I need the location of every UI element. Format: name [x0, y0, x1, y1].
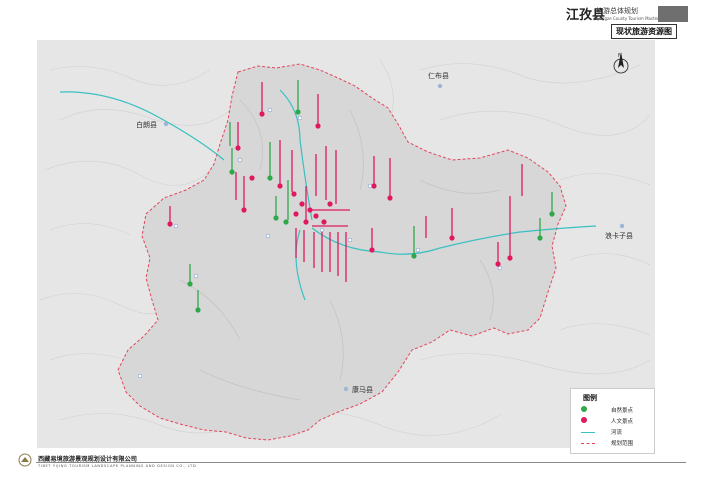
north-arrow-icon: N — [613, 52, 629, 74]
svg-text:N: N — [618, 53, 622, 59]
township-marker — [319, 227, 325, 233]
boundary-line-icon — [581, 443, 595, 444]
cultural-attraction — [291, 191, 297, 197]
page-title: 现状旅游资源图 — [611, 24, 677, 39]
township-marker — [415, 247, 421, 253]
cultural-attraction — [303, 219, 309, 225]
legend-cultural: 人文景点 — [581, 417, 633, 425]
legend-river-label: 河流 — [611, 430, 623, 436]
cultural-attraction — [259, 111, 265, 117]
cultural-attraction — [277, 183, 283, 189]
township-marker — [367, 183, 373, 189]
natural-attraction — [267, 175, 273, 181]
cultural-attraction — [449, 235, 455, 241]
natural-attraction — [537, 235, 543, 241]
cultural-attraction — [387, 195, 393, 201]
legend: 图例 自然景点 人文景点 河流 规划范围 — [570, 388, 655, 454]
plan-name: 旅游总体规划 — [596, 7, 638, 15]
cultural-attraction — [371, 183, 377, 189]
township-marker — [497, 265, 503, 271]
natural-attraction — [283, 219, 289, 225]
kangma-marker — [343, 386, 349, 392]
cultural-attraction — [313, 213, 319, 219]
bailang-label: 白朗县 — [136, 120, 157, 129]
township-marker — [265, 233, 271, 239]
natural-dot-icon — [581, 406, 587, 412]
kangma-label: 康马县 — [352, 385, 373, 394]
cultural-attraction — [315, 123, 321, 129]
legend-river: 河流 — [581, 428, 622, 436]
township-marker — [173, 223, 179, 229]
cultural-dot-icon — [581, 417, 587, 423]
cultural-attraction — [293, 211, 299, 217]
natural-attraction — [411, 253, 417, 259]
cultural-attraction — [235, 145, 241, 151]
natural-attraction — [295, 109, 301, 115]
natural-attraction — [195, 307, 201, 313]
cultural-attraction — [241, 207, 247, 213]
township-marker — [193, 273, 199, 279]
footer-divider — [36, 462, 686, 463]
legend-title: 图例 — [583, 394, 597, 402]
cultural-attraction — [327, 201, 333, 207]
legend-cultural-label: 人文景点 — [611, 419, 634, 425]
langkazi-marker — [619, 223, 625, 229]
legend-natural: 自然景点 — [581, 406, 633, 414]
cultural-attraction — [299, 201, 305, 207]
cultural-attraction — [495, 261, 501, 267]
natural-attraction — [187, 281, 193, 287]
river-line-icon — [581, 432, 595, 433]
cultural-attraction — [507, 255, 513, 261]
township-marker — [137, 373, 143, 379]
bailang-marker — [163, 121, 169, 127]
header-bar — [658, 6, 688, 22]
cultural-attraction — [249, 175, 255, 181]
natural-attraction — [229, 169, 235, 175]
legend-natural-label: 自然景点 — [611, 408, 634, 414]
natural-attraction — [273, 215, 279, 221]
township-marker — [297, 115, 303, 121]
legend-boundary-label: 规划范围 — [611, 441, 634, 447]
township-marker — [267, 107, 273, 113]
natural-attraction — [549, 211, 555, 217]
township-marker — [237, 157, 243, 163]
renbu-marker — [437, 83, 443, 89]
cultural-attraction — [307, 207, 313, 213]
legend-boundary: 规划范围 — [581, 439, 633, 447]
township-marker — [347, 237, 353, 243]
renbu-label: 仁布县 — [428, 71, 449, 80]
company-logo-icon — [18, 453, 32, 467]
langkazi-label: 浪卡子县 — [605, 231, 633, 240]
company-name-en: TIBET YIJING TOURISM LANDSCAPE PLANNING … — [38, 464, 197, 468]
cultural-attraction — [167, 221, 173, 227]
cultural-attraction — [369, 247, 375, 253]
cultural-attraction — [321, 219, 327, 225]
